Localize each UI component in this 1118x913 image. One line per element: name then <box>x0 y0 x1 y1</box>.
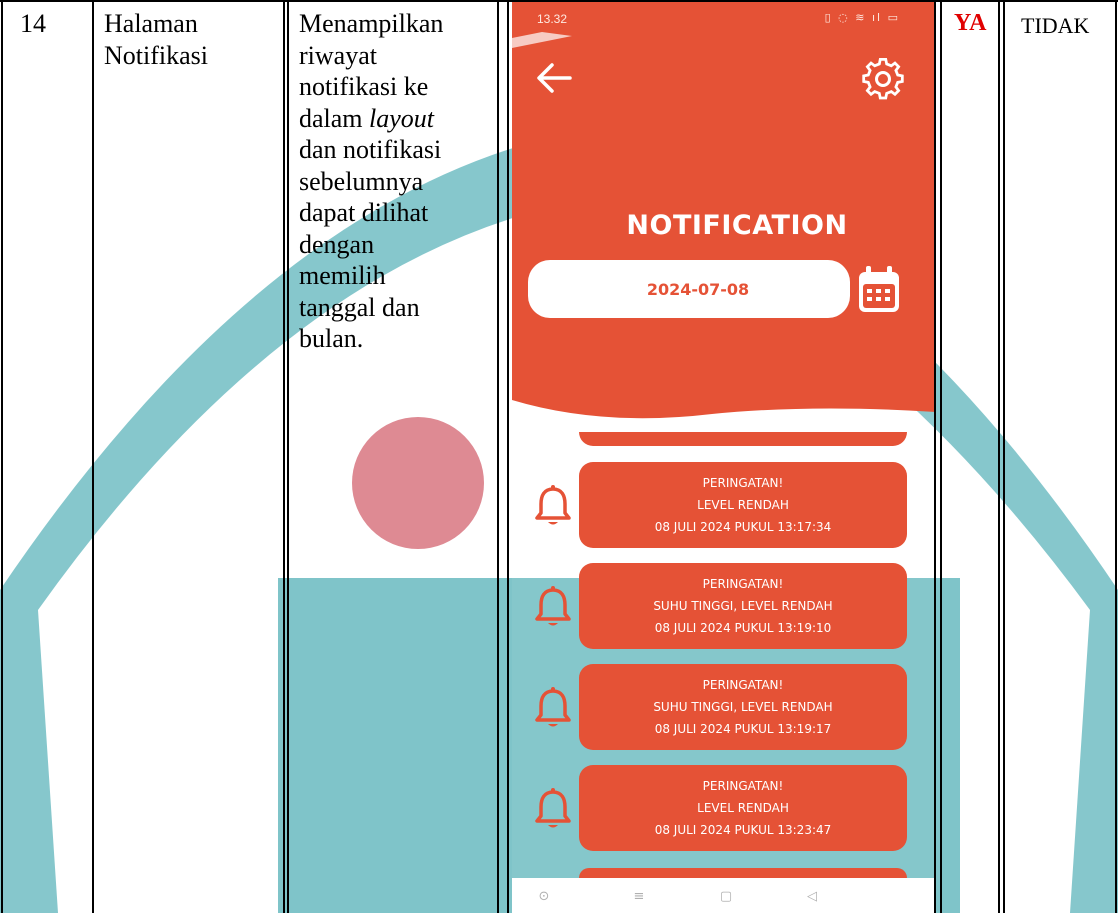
table-border-1 <box>92 0 94 913</box>
notification-item: PERINGATAN! SUHU TINGGI, LEVEL RENDAH 08… <box>512 563 936 649</box>
notification-message: SUHU TINGGI, LEVEL RENDAH <box>653 700 833 714</box>
description-line: sebelumnya <box>299 166 424 196</box>
bell-icon <box>535 485 571 525</box>
description-cell: Menampilkan riwayat notifikasi ke dalam … <box>299 8 499 355</box>
description-line: bulan. <box>299 324 364 353</box>
table-top-border <box>0 0 1118 2</box>
notification-card[interactable]: PERINGATAN! SUHU TINGGI, LEVEL RENDAH 08… <box>579 664 907 750</box>
notification-card-partial <box>579 868 907 878</box>
nav-recent-button[interactable]: ▢ <box>714 884 738 908</box>
notification-item: PERINGATAN! LEVEL RENDAH 08 JULI 2024 PU… <box>512 462 936 548</box>
notification-title: PERINGATAN! <box>702 476 784 490</box>
description-line-prefix: dalam <box>299 103 370 133</box>
notification-card[interactable]: PERINGATAN! LEVEL RENDAH 08 JULI 2024 PU… <box>579 462 907 548</box>
description-line: dalam layout <box>299 103 499 135</box>
status-icons: ▯ ◌ ≋ ıl ▭ <box>824 11 900 24</box>
phone-screenshot: 13.32 ▯ ◌ ≋ ıl ▭ NOTIFICATION 2024-07-08… <box>512 2 936 913</box>
date-input[interactable]: 2024-07-08 <box>528 260 850 318</box>
description-line: dengan <box>299 229 375 259</box>
table-border-7 <box>940 0 942 913</box>
table-border-2 <box>283 0 285 913</box>
table-border-right <box>1115 0 1117 913</box>
gear-icon[interactable] <box>861 57 905 101</box>
notification-card-partial <box>579 432 907 446</box>
nav-menu-button[interactable]: ≡ <box>627 884 651 908</box>
notification-timestamp: 08 JULI 2024 PUKUL 13:19:17 <box>654 722 832 736</box>
notification-item: PERINGATAN! SUHU TINGGI, LEVEL RENDAH 08… <box>512 664 936 750</box>
bell-icon <box>535 788 571 828</box>
system-navbar: ⊙ ≡ ▢ ◁ <box>512 878 936 913</box>
description-line: dapat dilihat <box>299 198 429 227</box>
table-border-3 <box>287 0 289 913</box>
notification-message: LEVEL RENDAH <box>697 801 789 815</box>
notification-message: LEVEL RENDAH <box>697 498 789 512</box>
notification-timestamp: 08 JULI 2024 PUKUL 13:19:10 <box>654 621 832 635</box>
table-border-8 <box>998 0 1000 913</box>
nav-back-button[interactable]: ◁ <box>800 884 824 908</box>
notification-card[interactable]: PERINGATAN! SUHU TINGGI, LEVEL RENDAH 08… <box>579 563 907 649</box>
table-border-5 <box>507 0 509 913</box>
description-line: memilih <box>299 261 386 290</box>
calendar-icon[interactable] <box>856 264 902 316</box>
page-name-cell: Halaman Notifikasi <box>104 8 284 71</box>
nav-home-button[interactable]: ⊙ <box>532 884 556 908</box>
description-line: dan notifikasi <box>299 135 442 164</box>
notification-card[interactable]: PERINGATAN! LEVEL RENDAH 08 JULI 2024 PU… <box>579 765 907 851</box>
page-name-line: Halaman <box>104 9 198 38</box>
bell-icon <box>535 687 571 727</box>
table-border-9 <box>1003 0 1005 913</box>
table-border-left <box>1 0 3 913</box>
notification-title: PERINGATAN! <box>702 577 784 591</box>
status-time: 13.32 <box>537 12 568 26</box>
notification-timestamp: 08 JULI 2024 PUKUL 13:17:34 <box>654 520 832 534</box>
notification-timestamp: 08 JULI 2024 PUKUL 13:23:47 <box>654 823 832 837</box>
table-border-6 <box>934 0 936 913</box>
result-tidak: TIDAK <box>1021 13 1090 38</box>
notification-title: PERINGATAN! <box>702 779 784 793</box>
description-line: riwayat <box>299 40 377 70</box>
description-line: tanggal dan <box>299 292 420 322</box>
result-ya: YA <box>954 10 987 36</box>
page-name-line: Notifikasi <box>104 40 208 70</box>
arrow-left-icon[interactable] <box>534 60 574 96</box>
notification-title: PERINGATAN! <box>702 678 784 692</box>
description-line: notifikasi ke <box>299 72 429 101</box>
screen-title: NOTIFICATION <box>626 210 848 241</box>
notification-item: PERINGATAN! LEVEL RENDAH 08 JULI 2024 PU… <box>512 765 936 851</box>
bell-icon <box>535 586 571 626</box>
row-number: 14 <box>20 9 46 38</box>
notification-message: SUHU TINGGI, LEVEL RENDAH <box>653 599 833 613</box>
description-italic-word: layout <box>369 103 435 133</box>
description-line: Menampilkan <box>299 9 444 38</box>
